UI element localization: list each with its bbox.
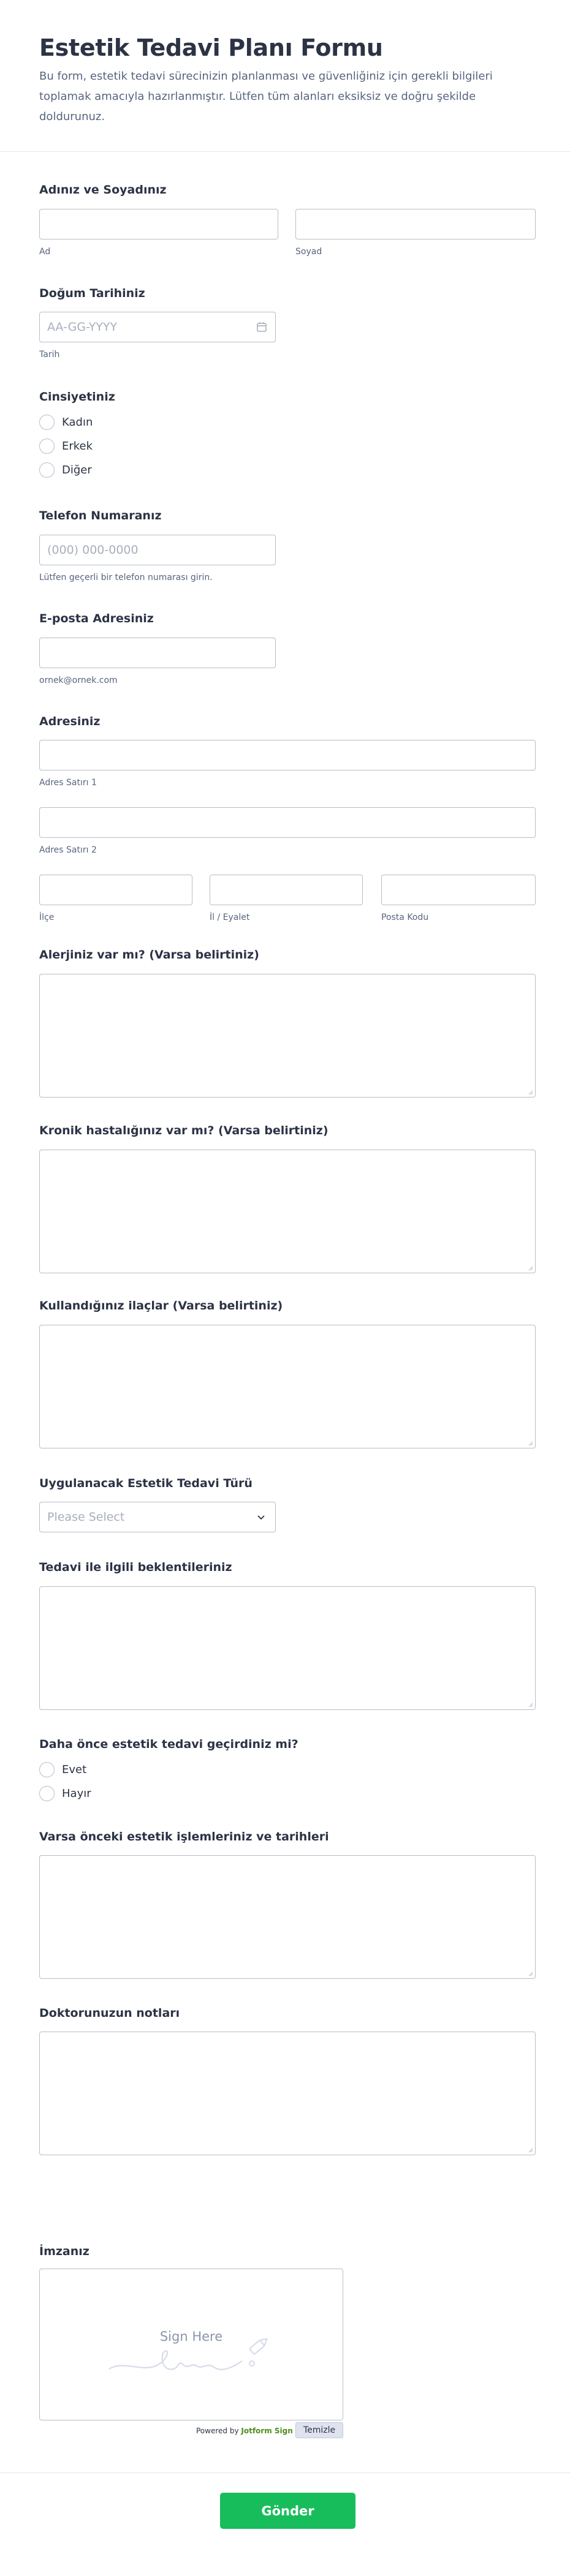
birth-date-placeholder: AA-GG-YYYY bbox=[47, 320, 118, 334]
address-line2-sublabel: Adres Satırı 2 bbox=[39, 845, 97, 855]
email-input[interactable] bbox=[39, 638, 276, 668]
form-footer: Gönder bbox=[0, 2472, 570, 2576]
expectations-textarea[interactable] bbox=[39, 1586, 536, 1710]
resize-handle-icon[interactable] bbox=[527, 1265, 533, 1271]
phone-input[interactable]: (000) 000-0000 bbox=[39, 535, 276, 565]
signature-field: İmzanız Sign Here Powered by Jotform Sig… bbox=[39, 2244, 536, 2440]
radio-circle[interactable] bbox=[39, 438, 55, 454]
treatment-type-selected: Please Select bbox=[47, 1510, 125, 1524]
submit-button[interactable]: Gönder bbox=[220, 2493, 355, 2529]
chevron-down-icon[interactable] bbox=[256, 1512, 267, 1523]
chronic-illness-label: Kronik hastalığınız var mı? (Varsa belir… bbox=[39, 1124, 329, 1137]
signature-pen-icon bbox=[108, 2338, 268, 2370]
radio-label: Evet bbox=[62, 1763, 87, 1776]
phone-sublabel: Lütfen geçerli bir telefon numarası giri… bbox=[39, 573, 213, 582]
allergy-label: Alerjiniz var mı? (Varsa belirtiniz) bbox=[39, 948, 259, 962]
previous-treatment-label: Daha önce estetik tedavi geçirdiniz mi? bbox=[39, 1738, 298, 1751]
email-field: E-posta Adresiniz ornek@ornek.com bbox=[39, 611, 536, 691]
email-label: E-posta Adresiniz bbox=[39, 612, 154, 625]
name-label: Adınız ve Soyadınız bbox=[39, 183, 167, 197]
treatment-type-field: Uygulanacak Estetik Tedavi Türü Please S… bbox=[39, 1476, 536, 1537]
email-sublabel: ornek@ornek.com bbox=[39, 676, 118, 685]
expectations-field: Tedavi ile ilgili beklentileriniz bbox=[39, 1560, 536, 1713]
signature-label: İmzanız bbox=[39, 2245, 89, 2258]
postal-code-input[interactable] bbox=[381, 875, 536, 905]
first-name-input[interactable] bbox=[39, 209, 278, 239]
radio-circle[interactable] bbox=[39, 462, 55, 478]
allergy-field: Alerjiniz var mı? (Varsa belirtiniz) bbox=[39, 947, 536, 1101]
first-name-sublabel: Ad bbox=[39, 247, 51, 257]
powered-by-prefix: Powered by bbox=[196, 2427, 239, 2435]
signature-pad[interactable]: Sign Here bbox=[39, 2269, 343, 2420]
previous-treatment-field: Daha önce estetik tedavi geçirdiniz mi? … bbox=[39, 1737, 536, 1804]
address-line1-input[interactable] bbox=[39, 740, 536, 770]
address-line2-input[interactable] bbox=[39, 807, 536, 838]
resize-handle-icon[interactable] bbox=[527, 2147, 533, 2153]
previous-option-yes[interactable]: Evet bbox=[39, 1761, 86, 1777]
clear-signature-button[interactable]: Temizle bbox=[295, 2422, 343, 2438]
doctor-notes-textarea[interactable] bbox=[39, 2032, 536, 2155]
chronic-illness-field: Kronik hastalığınız var mı? (Varsa belir… bbox=[39, 1123, 536, 1276]
form-description: Bu form, estetik tedavi sürecinizin plan… bbox=[39, 70, 493, 123]
birth-date-label: Doğum Tarihiniz bbox=[39, 287, 145, 300]
address-line1-sublabel: Adres Satırı 1 bbox=[39, 778, 97, 788]
previous-details-label: Varsa önceki estetik işlemleriniz ve tar… bbox=[39, 1830, 329, 1843]
powered-by-text: Powered by Jotform Sign bbox=[196, 2427, 293, 2435]
form-title: Estetik Tedavi Planı Formu bbox=[39, 34, 383, 61]
district-sublabel: İlçe bbox=[39, 913, 55, 922]
address-field: Adresiniz Adres Satırı 1 Adres Satırı 2 … bbox=[39, 714, 536, 922]
gender-option-male[interactable]: Erkek bbox=[39, 438, 93, 454]
radio-circle[interactable] bbox=[39, 1785, 55, 1801]
last-name-sublabel: Soyad bbox=[295, 247, 322, 257]
previous-option-no[interactable]: Hayır bbox=[39, 1785, 91, 1801]
resize-handle-icon[interactable] bbox=[527, 1701, 533, 1708]
birth-date-field: Doğum Tarihiniz AA-GG-YYYY Tarih bbox=[39, 286, 536, 366]
gender-field: Cinsiyetiniz Kadın Erkek Diğer bbox=[39, 390, 536, 481]
powered-by-brand: Jotform Sign bbox=[241, 2427, 293, 2435]
gender-option-female[interactable]: Kadın bbox=[39, 414, 93, 430]
name-field: Adınız ve Soyadınız Ad Soyad bbox=[39, 183, 536, 262]
radio-label: Diğer bbox=[62, 463, 92, 476]
city-sublabel: İl / Eyalet bbox=[210, 913, 250, 922]
expectations-label: Tedavi ile ilgili beklentileriniz bbox=[39, 1561, 232, 1574]
medications-textarea[interactable] bbox=[39, 1325, 536, 1448]
gender-label: Cinsiyetiniz bbox=[39, 390, 115, 404]
form-header: Estetik Tedavi Planı Formu Bu form, este… bbox=[0, 0, 570, 152]
radio-circle[interactable] bbox=[39, 414, 55, 430]
gender-option-other[interactable]: Diğer bbox=[39, 462, 92, 478]
treatment-type-label: Uygulanacak Estetik Tedavi Türü bbox=[39, 1477, 253, 1490]
doctor-notes-field: Doktorunuzun notları bbox=[39, 2006, 536, 2159]
calendar-icon[interactable] bbox=[256, 321, 268, 333]
birth-date-sublabel: Tarih bbox=[39, 350, 60, 360]
allergy-textarea[interactable] bbox=[39, 974, 536, 1098]
medications-label: Kullandığınız ilaçlar (Varsa belirtiniz) bbox=[39, 1299, 283, 1312]
radio-label: Kadın bbox=[62, 415, 93, 429]
radio-circle[interactable] bbox=[39, 1761, 55, 1777]
medications-field: Kullandığınız ilaçlar (Varsa belirtiniz) bbox=[39, 1298, 536, 1452]
phone-placeholder: (000) 000-0000 bbox=[47, 543, 139, 557]
chronic-illness-textarea[interactable] bbox=[39, 1150, 536, 1273]
resize-handle-icon[interactable] bbox=[527, 1440, 533, 1446]
previous-details-field: Varsa önceki estetik işlemleriniz ve tar… bbox=[39, 1829, 536, 1983]
phone-label: Telefon Numaranız bbox=[39, 509, 162, 522]
city-input[interactable] bbox=[210, 875, 363, 905]
radio-label: Hayır bbox=[62, 1787, 91, 1800]
previous-details-textarea[interactable] bbox=[39, 1855, 536, 1979]
last-name-input[interactable] bbox=[295, 209, 536, 239]
phone-field: Telefon Numaranız (000) 000-0000 Lütfen … bbox=[39, 508, 536, 588]
resize-handle-icon[interactable] bbox=[527, 1089, 533, 1095]
address-label: Adresiniz bbox=[39, 715, 101, 728]
district-input[interactable] bbox=[39, 875, 192, 905]
doctor-notes-label: Doktorunuzun notları bbox=[39, 2006, 180, 2020]
resize-handle-icon[interactable] bbox=[527, 1970, 533, 1976]
radio-label: Erkek bbox=[62, 439, 93, 453]
postal-code-sublabel: Posta Kodu bbox=[381, 913, 429, 922]
birth-date-input[interactable]: AA-GG-YYYY bbox=[39, 312, 276, 342]
treatment-type-select[interactable]: Please Select bbox=[39, 1502, 276, 1532]
